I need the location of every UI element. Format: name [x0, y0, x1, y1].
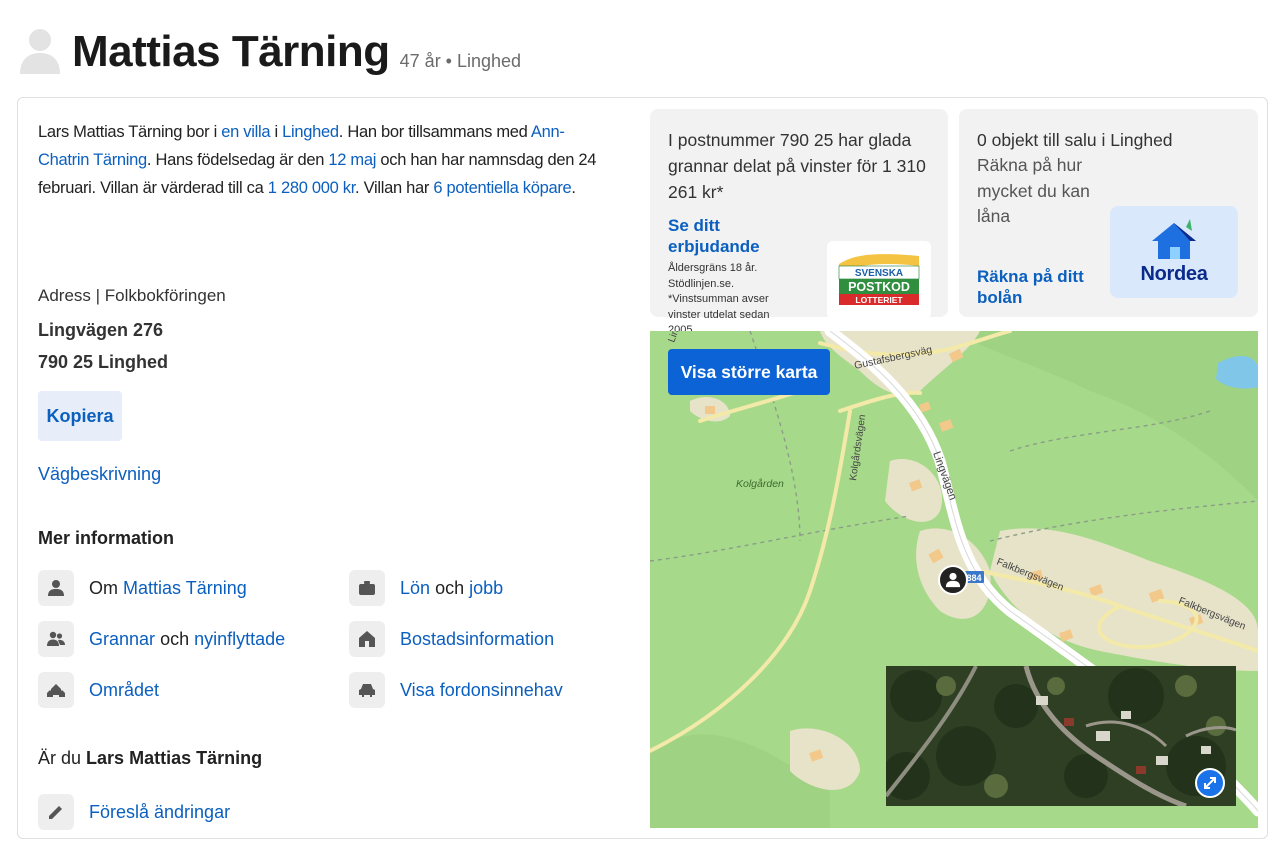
intro-paragraph: Lars Mattias Tärning bor i en villa i Li… [38, 118, 608, 202]
about-person-link[interactable]: Mattias Tärning [123, 578, 247, 599]
road-number-label: 884 [966, 573, 981, 583]
map-label-kolgarden: Kolgården [736, 478, 784, 490]
intro-text: . Villan har [355, 179, 434, 197]
nordea-wordmark: Nordea [1140, 262, 1208, 285]
satellite-thumbnail[interactable] [886, 666, 1236, 806]
vehicles-link[interactable]: Visa fordonsinnehav [400, 680, 563, 701]
info-item-salary: Lön och jobb [349, 570, 503, 606]
intro-text: . [571, 179, 576, 197]
house-icon [349, 621, 385, 657]
loan-prompt: Räkna på hur mycket du kan låna [977, 155, 1090, 226]
area-link[interactable]: Området [89, 680, 159, 701]
expand-satellite-icon[interactable] [1195, 768, 1225, 798]
intro-text: Lars Mattias Tärning bor i [38, 123, 222, 141]
more-info-heading: Mer information [38, 528, 175, 548]
age-location: 47 år • Linghed [399, 51, 522, 71]
map-label-kolgardsvagen: Kolgårdsvägen [847, 414, 868, 482]
claim-prefix: Är du [38, 748, 82, 768]
car-icon [349, 672, 385, 708]
and-text: och [435, 577, 465, 598]
address-postal: 790 25 Linghed [38, 352, 169, 372]
mortgage-calc-link[interactable]: Räkna på ditt bolån [977, 266, 1107, 308]
listings-count: 0 objekt till salu i Linghed [977, 130, 1173, 150]
buyers-link[interactable]: 6 potentiella köpare [433, 179, 571, 197]
page-title: Mattias Tärning [72, 27, 390, 76]
lottery-ad[interactable]: I postnummer 790 25 har glada grannar de… [650, 109, 948, 336]
bank-ad[interactable]: 0 objekt till salu i Linghed Räkna på hu… [959, 109, 1258, 317]
info-item-vehicles: Visa fordonsinnehav [349, 672, 563, 708]
profile-header: Mattias Tärning 47 år • Linghed [18, 18, 521, 78]
logo-text-1: SVENSKA [855, 268, 903, 279]
location-pin-icon[interactable] [938, 565, 968, 595]
person-avatar-icon [20, 29, 60, 74]
neighbors-link[interactable]: Grannar [89, 629, 155, 650]
intro-text: . Han bor tillsammans med [338, 123, 531, 141]
copy-address-button[interactable]: Kopiera [38, 391, 122, 441]
valuation-link[interactable]: 1 280 000 kr [268, 179, 356, 197]
pencil-icon [38, 794, 74, 830]
logo-text-3: LOTTERIET [855, 295, 903, 305]
people-icon [38, 621, 74, 657]
housing-info-link[interactable]: Bostadsinformation [400, 629, 554, 650]
neighborhood-icon [38, 672, 74, 708]
map-view[interactable]: Lingvägen Kolgårdsvägen Kolgården Gustaf… [650, 331, 1258, 828]
salary-link[interactable]: Lön [400, 578, 430, 599]
info-item-area: Området [38, 672, 159, 708]
lottery-ad-text: I postnummer 790 25 har glada grannar de… [668, 130, 926, 202]
directions-link[interactable]: Vägbeskrivning [38, 464, 161, 485]
lottery-fine-print: Åldersgräns 18 år. Stödlinjen.se. *Vinst… [668, 262, 770, 336]
logo-text-2: POSTKOD [848, 280, 910, 294]
briefcase-icon [349, 570, 385, 606]
info-item-about: Om Mattias Tärning [38, 570, 247, 606]
claim-profile-heading: Är du Lars Mattias Tärning [38, 748, 262, 769]
house-logo-icon [1152, 218, 1196, 259]
housing-type-link[interactable]: en villa [221, 123, 270, 141]
suggest-changes-link[interactable]: Föreslå ändringar [89, 802, 230, 823]
nordea-logo: Nordea [1110, 206, 1238, 298]
postkod-lotteriet-logo: SVENSKA POSTKOD LOTTERIET [827, 241, 931, 319]
left-column: Lars Mattias Tärning bor i en villa i Li… [38, 118, 608, 830]
satellite-image [886, 666, 1236, 806]
show-larger-map-button[interactable]: Visa större karta [668, 349, 830, 395]
birthday-link[interactable]: 12 maj [328, 151, 376, 169]
info-item-neighbors: Grannar och nyinflyttade [38, 621, 285, 657]
about-prefix: Om [89, 577, 118, 598]
person-icon [38, 570, 74, 606]
new-residents-link[interactable]: nyinflyttade [194, 629, 285, 650]
profile-card: Lars Mattias Tärning bor i en villa i Li… [17, 97, 1268, 839]
address-street: Lingvägen 276 [38, 320, 164, 340]
address-heading: Adress | Folkbokföringen [38, 286, 226, 305]
person-marker-icon [945, 572, 961, 588]
suggest-changes-row[interactable]: Föreslå ändringar [38, 794, 230, 830]
intro-text: . Hans födelsedag är den [146, 151, 329, 169]
lottery-offer-link[interactable]: Se ditt erbjudande [668, 215, 808, 257]
job-link[interactable]: jobb [469, 578, 503, 599]
claim-name: Lars Mattias Tärning [86, 748, 263, 768]
locality-link[interactable]: Linghed [282, 123, 339, 141]
info-item-housing: Bostadsinformation [349, 621, 554, 657]
map-label-ling: Ling [666, 331, 683, 344]
and-text: och [160, 628, 190, 649]
intro-text: i [270, 123, 283, 141]
